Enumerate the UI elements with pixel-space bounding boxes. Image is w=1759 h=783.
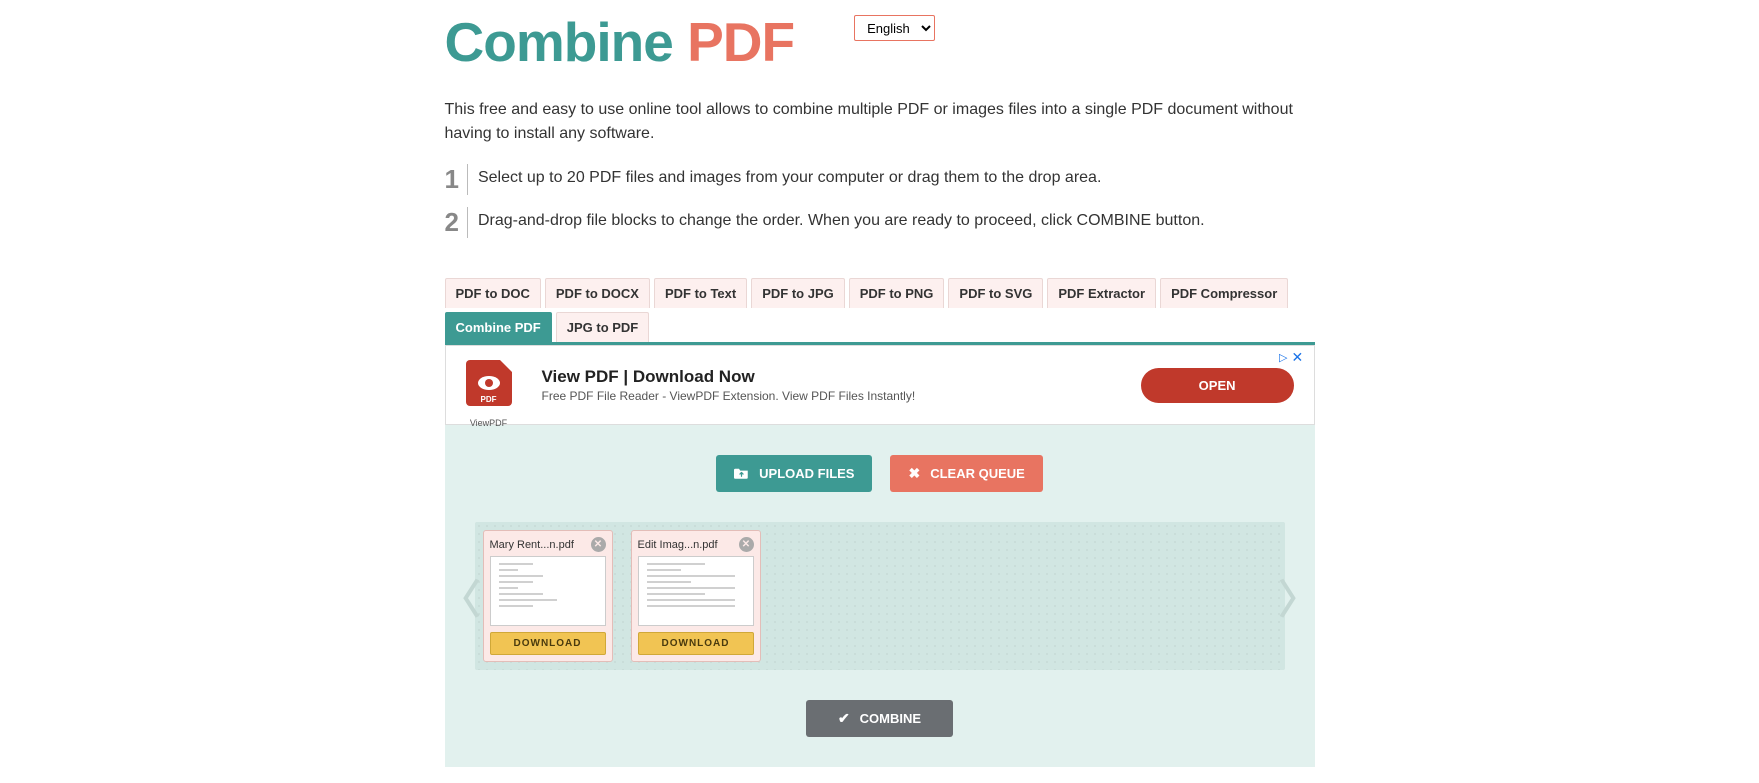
file-queue: 〈 〉 Mary Rent...n.pdf ✕: [445, 522, 1315, 670]
tab-pdf-to-docx[interactable]: PDF to DOCX: [545, 278, 650, 308]
queue-next-button[interactable]: 〉: [1279, 567, 1319, 625]
tab-pdf-to-text[interactable]: PDF to Text: [654, 278, 747, 308]
file-preview: [638, 556, 754, 626]
adchoices-icon[interactable]: ▷: [1279, 351, 1287, 364]
file-download-button[interactable]: DOWNLOAD: [490, 632, 606, 655]
tab-combine-pdf[interactable]: Combine PDF: [445, 312, 552, 342]
ad-pdf-icon: PDF: [466, 360, 512, 406]
clear-label: CLEAR QUEUE: [930, 466, 1025, 481]
ad-text: View PDF | Download Now Free PDF File Re…: [542, 367, 1111, 403]
logo-word1: Combine: [445, 11, 673, 73]
language-select[interactable]: English: [854, 15, 935, 41]
combine-label: COMBINE: [860, 711, 921, 726]
file-card[interactable]: Mary Rent...n.pdf ✕ DOWNLOAD: [483, 530, 613, 662]
upload-label: UPLOAD FILES: [759, 466, 854, 481]
header: Combine PDF English: [445, 15, 1315, 70]
step-divider: [467, 164, 468, 195]
tabs: PDF to DOC PDF to DOCX PDF to Text PDF t…: [445, 278, 1315, 345]
tab-pdf-compressor[interactable]: PDF Compressor: [1160, 278, 1288, 308]
file-remove-button[interactable]: ✕: [591, 537, 606, 552]
upload-icon: [734, 466, 749, 482]
step-text: Select up to 20 PDF files and images fro…: [478, 164, 1315, 190]
clear-queue-button[interactable]: ✖ CLEAR QUEUE: [890, 455, 1042, 492]
step-2: 2 Drag-and-drop file blocks to change th…: [445, 207, 1315, 238]
tab-pdf-to-svg[interactable]: PDF to SVG: [948, 278, 1043, 308]
tab-pdf-to-png[interactable]: PDF to PNG: [849, 278, 945, 308]
combine-button[interactable]: ✔ COMBINE: [806, 700, 953, 737]
file-name: Mary Rent...n.pdf: [490, 539, 591, 551]
step-divider: [467, 207, 468, 238]
action-bar: UPLOAD FILES ✖ CLEAR QUEUE: [445, 425, 1315, 522]
ad-close-icon[interactable]: ✕: [1292, 350, 1306, 364]
step-1: 1 Select up to 20 PDF files and images f…: [445, 164, 1315, 195]
step-number: 1: [445, 164, 467, 195]
ad-icon-wrap: PDF ViewPDF: [466, 360, 512, 410]
intro-text: This free and easy to use online tool al…: [445, 98, 1315, 146]
logo: Combine PDF: [445, 15, 795, 70]
workspace: PDF ViewPDF View PDF | Download Now Free…: [445, 345, 1315, 767]
ad-controls: ▷ ✕: [1279, 350, 1305, 364]
file-preview: [490, 556, 606, 626]
step-number: 2: [445, 207, 467, 238]
check-icon: ✔: [838, 710, 850, 727]
logo-word2: PDF: [687, 11, 794, 73]
tab-pdf-extractor[interactable]: PDF Extractor: [1047, 278, 1156, 308]
step-text: Drag-and-drop file blocks to change the …: [478, 207, 1315, 233]
ad-open-button[interactable]: OPEN: [1141, 368, 1294, 403]
tab-pdf-to-doc[interactable]: PDF to DOC: [445, 278, 541, 308]
tab-jpg-to-pdf[interactable]: JPG to PDF: [556, 312, 650, 342]
queue-drop-area[interactable]: Mary Rent...n.pdf ✕ DOWNLOAD: [475, 522, 1285, 670]
ad-title: View PDF | Download Now: [542, 367, 1111, 387]
upload-files-button[interactable]: UPLOAD FILES: [716, 455, 872, 492]
file-remove-button[interactable]: ✕: [739, 537, 754, 552]
ad-banner: PDF ViewPDF View PDF | Download Now Free…: [445, 345, 1315, 425]
queue-prev-button[interactable]: 〈: [441, 567, 481, 625]
footer-actions: ✔ COMBINE: [445, 670, 1315, 737]
file-name: Edit Imag...n.pdf: [638, 539, 739, 551]
ad-subtitle: Free PDF File Reader - ViewPDF Extension…: [542, 389, 1111, 403]
close-icon: ✖: [908, 465, 920, 482]
steps-list: 1 Select up to 20 PDF files and images f…: [445, 164, 1315, 238]
file-card[interactable]: Edit Imag...n.pdf ✕ DOWNLOAD: [631, 530, 761, 662]
tab-pdf-to-jpg[interactable]: PDF to JPG: [751, 278, 845, 308]
file-download-button[interactable]: DOWNLOAD: [638, 632, 754, 655]
ad-icon-caption: ViewPDF: [470, 418, 507, 428]
